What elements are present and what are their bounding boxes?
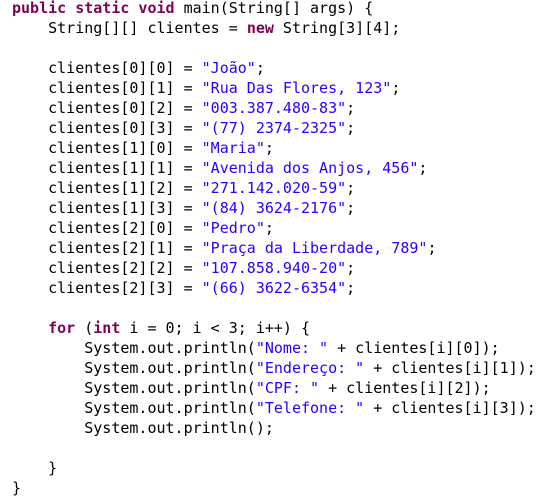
code-token: + clientes[i][0]); [328,339,500,357]
code-line: clientes[1][0] = "Maria"; [12,138,536,158]
code-token: ; [264,139,274,157]
code-token: System.out.println( [12,379,256,397]
code-line: System.out.println("Telefone: " + client… [12,398,536,418]
code-token: clientes[0][2] = [12,99,202,117]
code-line: } [12,478,536,498]
code-token: ; [346,99,356,117]
code-line: System.out.println(); [12,418,536,438]
string-literal-token: "(66) 3622-6354" [201,279,347,297]
code-line: clientes[2][1] = "Praça da Liberdade, 78… [12,238,536,258]
code-line: public static void main(String[] args) { [12,0,536,18]
code-token: System.out.println( [12,399,256,417]
code-token: String[3][4]; [273,19,401,37]
keyword-token: int [93,319,121,337]
code-token: } [12,479,22,497]
code-line: System.out.println("Endereço: " + client… [12,358,536,378]
string-literal-token: "271.142.020-59" [201,179,347,197]
code-token: clientes[1][3] = [12,199,202,217]
string-literal-token: "Nome: " [255,339,329,357]
string-literal-token: "João" [201,59,256,77]
code-token: clientes[1][0] = [12,139,202,157]
string-literal-token: "Telefone: " [255,399,365,417]
code-line: clientes[0][3] = "(77) 2374-2325"; [12,118,536,138]
string-literal-token: "(84) 3624-2176" [201,199,347,217]
code-token: System.out.println(); [12,419,274,437]
code-token: clientes[1][1] = [12,159,202,177]
code-token: clientes[1][2] = [12,179,202,197]
code-token: clientes[0][0] = [12,59,202,77]
code-token: ; [346,119,356,137]
string-literal-token: "Maria" [201,139,265,157]
code-token: ; [346,259,356,277]
code-line: String[][] clientes = new String[3][4]; [12,18,536,38]
code-token: } [12,459,58,477]
code-token: + clientes[i][1]); [364,359,536,377]
string-literal-token: "Avenida dos Anjos, 456" [201,159,419,177]
code-line: clientes[0][2] = "003.387.480-83"; [12,98,536,118]
string-literal-token: "107.858.940-20" [201,259,347,277]
code-token: ; [346,199,356,217]
code-token: + clientes[i][3]); [364,399,536,417]
code-token: ( [75,319,94,337]
code-token: clientes[0][3] = [12,119,202,137]
code-token: i = 0; i < 3; i++) { [120,319,311,337]
code-line: } [12,458,536,478]
code-line: for (int i = 0; i < 3; i++) { [12,318,536,338]
code-token: clientes[0][1] = [12,79,202,97]
keyword-token: for [48,319,76,337]
string-literal-token: "Praça da Liberdade, 789" [201,239,428,257]
code-content: public static void main(String[] args) {… [12,0,536,498]
code-editor[interactable]: public static void main(String[] args) {… [0,0,550,497]
code-line: clientes[1][2] = "271.142.020-59"; [12,178,536,198]
code-line: clientes[2][3] = "(66) 3622-6354"; [12,278,536,298]
code-line: System.out.println("CPF: " + clientes[i]… [12,378,536,398]
code-line: clientes[0][1] = "Rua Das Flores, 123"; [12,78,536,98]
code-line: clientes[2][0] = "Pedro"; [12,218,536,238]
code-line: clientes[1][3] = "(84) 3624-2176"; [12,198,536,218]
string-literal-token: "Rua Das Flores, 123" [201,79,392,97]
code-line: clientes[2][2] = "107.858.940-20"; [12,258,536,278]
code-token: ; [264,219,274,237]
string-literal-token: "003.387.480-83" [201,99,347,117]
code-token: main(String[] args) { [174,0,374,17]
keyword-token: new [246,19,274,37]
code-token: + clientes[i][2]); [319,379,491,397]
code-line: clientes[0][0] = "João"; [12,58,536,78]
code-token: clientes[2][3] = [12,279,202,297]
code-token: clientes[2][2] = [12,259,202,277]
code-line: clientes[1][1] = "Avenida dos Anjos, 456… [12,158,536,178]
code-token: System.out.println( [12,339,256,357]
code-token: ; [346,279,356,297]
string-literal-token: "(77) 2374-2325" [201,119,347,137]
string-literal-token: "Pedro" [201,219,265,237]
code-token: String[][] clientes = [12,19,247,37]
code-line: System.out.println("Nome: " + clientes[i… [12,338,536,358]
code-token: ; [427,239,437,257]
code-token: ; [391,79,401,97]
code-token: System.out.println( [12,359,256,377]
code-token: clientes[2][0] = [12,219,202,237]
code-token: ; [255,59,265,77]
code-token: ; [346,179,356,197]
keyword-token: public static void [12,0,175,17]
string-literal-token: "Endereço: " [255,359,365,377]
string-literal-token: "CPF: " [255,379,320,397]
code-token: clientes[2][1] = [12,239,202,257]
code-token: ; [418,159,428,177]
